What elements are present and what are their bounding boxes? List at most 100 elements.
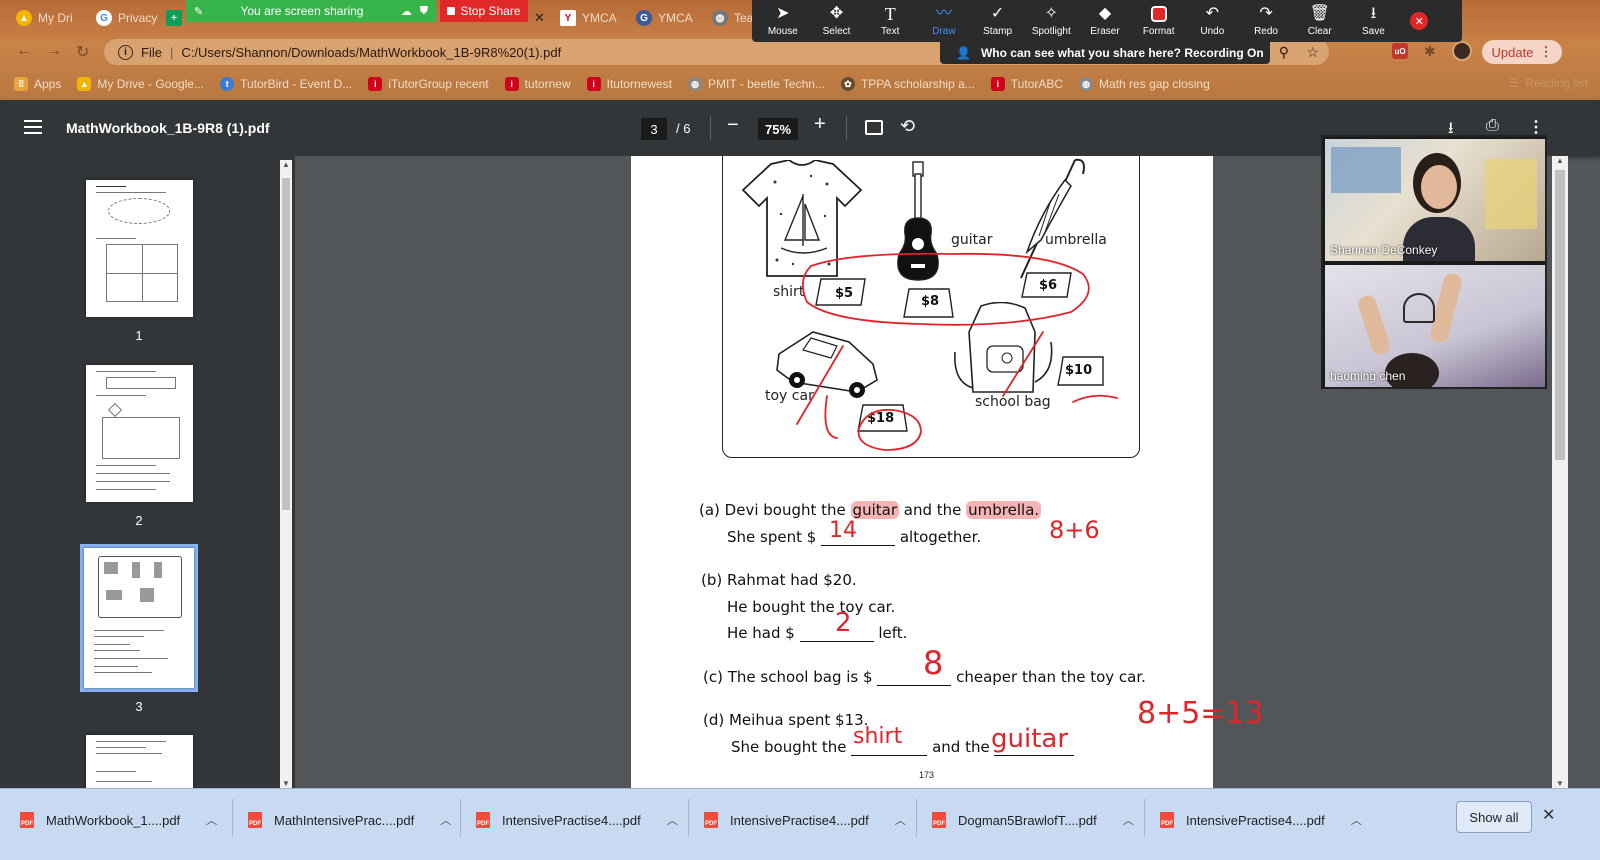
chevron-up-icon[interactable]: ︿	[895, 812, 906, 828]
puzzle-icon[interactable]: ✱	[1424, 43, 1436, 60]
thumbnail-page-2[interactable]	[86, 365, 193, 502]
print-icon[interactable]: ⎙	[1486, 117, 1499, 135]
tab-close-button[interactable]: ✕	[528, 4, 550, 32]
tool-draw[interactable]: 〰 Draw	[917, 0, 971, 42]
new-tab-button[interactable]: +	[166, 4, 186, 32]
download-item[interactable]: PDF IntensivePractise4....pdf ︿	[1160, 803, 1362, 837]
browser-tab[interactable]: ▲ My Dri	[8, 4, 86, 32]
close-icon[interactable]: ✕	[1542, 805, 1555, 825]
recording-notice[interactable]: 👤 Who can see what you share here? Recor…	[940, 42, 1270, 64]
tool-eraser[interactable]: ◆ Eraser	[1078, 0, 1132, 42]
chevron-up-icon[interactable]: ︿	[667, 812, 678, 828]
tool-save[interactable]: ⭳ Save	[1347, 0, 1401, 42]
zoom-out-button[interactable]: −	[727, 114, 739, 137]
tool-text[interactable]: T Text	[863, 0, 917, 42]
show-all-button[interactable]: Show all	[1456, 801, 1532, 833]
browser-tab[interactable]: ◍ Tea	[704, 4, 752, 32]
pdf-file-icon: PDF	[1160, 812, 1174, 828]
tool-select[interactable]: ✥ Select	[810, 0, 864, 42]
viewer-scroll-thumb[interactable]	[1555, 170, 1565, 460]
bookmark-tutorabc[interactable]: i TutorABC	[990, 77, 1064, 91]
question-d-line-1: (d) Meihua spent $13.	[703, 711, 869, 729]
tool-spotlight[interactable]: ✧ Spotlight	[1024, 0, 1078, 42]
chevron-up-icon[interactable]: ︿	[440, 812, 451, 828]
bookmark-itutorgroup[interactable]: i iTutorGroup recent	[368, 77, 489, 91]
zoom-search-icon[interactable]: ⚲	[1279, 44, 1289, 61]
sidebar-scrollbar[interactable]: ▲ ▼	[280, 160, 292, 788]
viewer-scrollbar[interactable]: ▲ ▼	[1552, 156, 1568, 788]
tool-label: Select	[822, 25, 851, 37]
download-item[interactable]: PDF IntensivePractise4....pdf ︿	[476, 803, 678, 837]
tool-clear[interactable]: 🗑 Clear	[1293, 0, 1347, 42]
participant-name: Shannon DeConkey	[1330, 243, 1438, 257]
page-number-input[interactable]: 3	[641, 118, 667, 140]
browser-tab[interactable]: G YMCA	[628, 4, 702, 32]
tool-redo[interactable]: ↷ Redo	[1239, 0, 1293, 42]
bookmark-label: TutorABC	[1010, 77, 1064, 91]
extension-icon[interactable]: uO	[1392, 43, 1408, 59]
stop-share-button[interactable]: Stop Share	[440, 0, 528, 22]
thumbnail-page-4[interactable]	[86, 735, 193, 788]
qa-highlight-umbrella: umbrella.	[966, 501, 1042, 519]
download-item[interactable]: PDF MathIntensivePrac....pdf ︿	[248, 803, 451, 837]
forward-icon[interactable]: →	[46, 42, 62, 60]
question-b-line-1: (b) Rahmat had $20.	[701, 571, 857, 589]
tool-label: Redo	[1254, 25, 1278, 37]
reading-list-label: Reading list	[1525, 76, 1588, 90]
itutor-icon: i	[368, 77, 383, 91]
chevron-up-icon[interactable]: ︿	[1351, 812, 1362, 828]
download-item[interactable]: PDF Dogman5BrawlofT....pdf ︿	[932, 803, 1134, 837]
tool-format[interactable]: Format	[1132, 0, 1186, 42]
reload-icon[interactable]: ↻	[76, 42, 89, 62]
video-tile-student[interactable]: haoming chen	[1325, 265, 1545, 387]
chevron-up-icon[interactable]: ︿	[1123, 812, 1134, 828]
download-item[interactable]: PDF IntensivePractise4....pdf ︿	[704, 803, 906, 837]
download-item[interactable]: PDF MathWorkbook_1....pdf ︿	[20, 803, 217, 837]
bookmark-tutornew[interactable]: i tutornew	[504, 77, 571, 91]
info-icon[interactable]: i	[118, 44, 133, 60]
bookmark-itutornewest[interactable]: i Itutornewest	[586, 77, 672, 91]
qa-text-4: altogether.	[899, 528, 982, 546]
bookmark-tutorbird[interactable]: t TutorBird - Event D...	[220, 77, 352, 91]
zoom-level-input[interactable]: 75%	[758, 118, 798, 140]
star-icon[interactable]: ☆	[1306, 44, 1319, 61]
apps-icon: ⠿	[14, 77, 28, 91]
scroll-down-icon[interactable]: ▼	[1556, 779, 1564, 788]
tool-label: Text	[881, 25, 900, 37]
tool-undo[interactable]: ↶ Undo	[1186, 0, 1240, 42]
tool-stamp[interactable]: ✓ Stamp	[971, 0, 1025, 42]
scroll-down-icon[interactable]: ▼	[282, 779, 290, 788]
scroll-up-icon[interactable]: ▲	[1556, 156, 1564, 165]
browser-tab[interactable]: Y YMCA	[552, 4, 624, 32]
handwritten-answer-d2: guitar	[991, 724, 1069, 754]
fit-page-icon[interactable]	[865, 120, 883, 135]
thumbnail-page-1[interactable]	[86, 180, 193, 317]
sidebar-scroll-thumb[interactable]	[282, 178, 290, 510]
reading-list-button[interactable]: ☰ Reading list	[1509, 76, 1588, 90]
bookmark-apps[interactable]: ⠿ Apps	[14, 77, 61, 91]
video-tile-host[interactable]: Shannon DeConkey	[1325, 139, 1545, 261]
chevron-up-icon[interactable]: ︿	[206, 812, 217, 828]
bookmark-math-res[interactable]: ◍ Math res gap closing	[1079, 77, 1210, 91]
qd-text-2: and the	[932, 738, 990, 756]
scroll-up-icon[interactable]: ▲	[282, 160, 290, 169]
back-icon[interactable]: ←	[16, 42, 32, 60]
thumbnail-page-3[interactable]	[84, 548, 194, 688]
bookmark-my-drive[interactable]: ▲ My Drive - Google...	[77, 77, 204, 91]
browser-tab[interactable]: G Privacy	[88, 4, 168, 32]
question-a-line-1: (a) Devi bought the guitar and the umbre…	[699, 501, 1042, 519]
bookmark-tppa[interactable]: ✿ TPPA scholarship a...	[840, 77, 975, 91]
menu-icon[interactable]	[24, 120, 42, 134]
avatar[interactable]	[1452, 41, 1472, 61]
close-annotation-button[interactable]: ✕	[1410, 12, 1429, 30]
more-options-icon[interactable]: ⋮	[1528, 117, 1544, 137]
rotate-icon[interactable]: ⟲	[900, 116, 915, 137]
qc-text-1: (c) The school bag is $	[703, 668, 873, 686]
qd-text-1: She bought the	[731, 738, 847, 756]
tab-label: YMCA	[658, 11, 693, 25]
update-button[interactable]: Update ⋮	[1482, 40, 1562, 64]
bookmark-pmit[interactable]: ◍ PMIT - beetle Techn...	[688, 77, 825, 91]
zoom-in-button[interactable]: +	[814, 113, 826, 136]
bookmark-label: My Drive - Google...	[97, 77, 205, 91]
tool-mouse[interactable]: ➤ Mouse	[756, 0, 810, 42]
